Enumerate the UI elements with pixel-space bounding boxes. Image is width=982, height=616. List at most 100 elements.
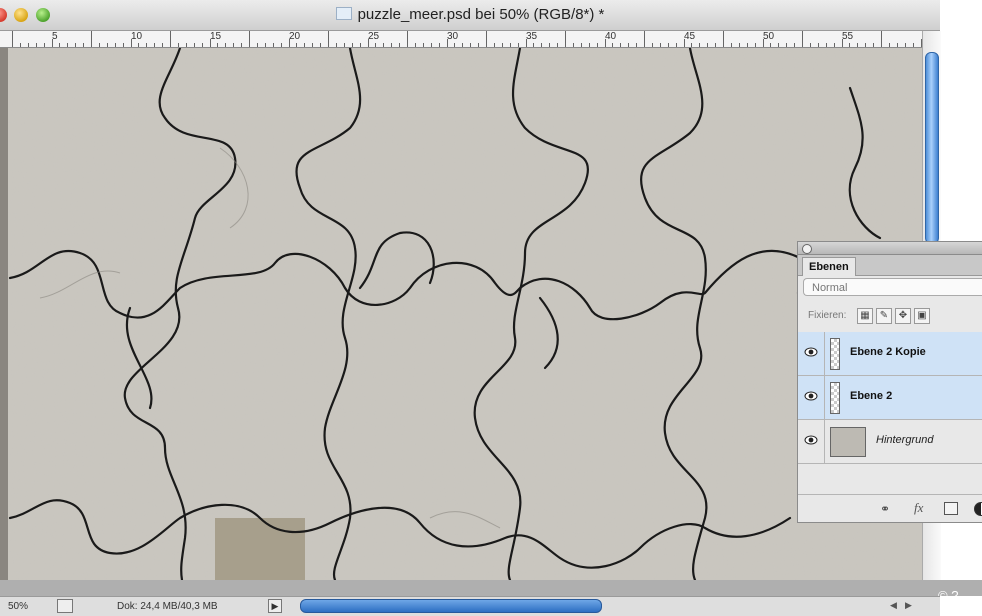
ruler-tick bbox=[225, 43, 227, 47]
scroll-left-icon[interactable]: ◀ bbox=[890, 600, 897, 611]
window-title-text: puzzle_meer.psd bei 50% (RGB/8*) * bbox=[357, 6, 605, 23]
navigator-icon[interactable] bbox=[57, 599, 73, 613]
layers-panel: Ebenen Normal Fixieren: ▦ ✎ ✥ ▣ Ebene 2 … bbox=[797, 241, 982, 523]
ruler-tick bbox=[19, 43, 21, 47]
ruler-tick bbox=[91, 31, 92, 47]
document-size: Dok: 24,4 MB/40,3 MB bbox=[117, 601, 218, 612]
ruler-tick bbox=[75, 43, 77, 47]
ruler-tick bbox=[667, 43, 669, 47]
ruler-tick bbox=[794, 43, 796, 47]
tab-ebenen[interactable]: Ebenen bbox=[802, 257, 856, 276]
ruler-tick bbox=[565, 31, 566, 47]
scroll-right-icon[interactable]: ▶ bbox=[905, 600, 912, 611]
panel-close-button[interactable] bbox=[802, 244, 812, 254]
layer-row[interactable]: Hintergrund bbox=[798, 420, 982, 464]
ruler-tick bbox=[272, 43, 274, 47]
ruler-tick bbox=[636, 43, 638, 47]
ruler-tick bbox=[557, 43, 559, 47]
ruler-tick bbox=[817, 43, 819, 47]
ruler-tick bbox=[122, 43, 124, 47]
ruler-tick bbox=[809, 43, 811, 47]
ruler-tick bbox=[651, 43, 653, 47]
layer-name: Ebene 2 Kopie bbox=[850, 346, 926, 358]
ruler-tick bbox=[659, 43, 661, 47]
ruler-tick bbox=[106, 43, 108, 47]
layer-row[interactable]: Ebene 2 Kopie bbox=[798, 332, 982, 376]
link-icon[interactable]: ⚭ bbox=[880, 502, 890, 516]
ruler-tick bbox=[177, 43, 179, 47]
adjustment-icon[interactable] bbox=[974, 502, 982, 516]
ruler-tick bbox=[707, 43, 709, 47]
ruler-tick bbox=[533, 43, 535, 47]
lock-transparency-icon[interactable]: ▦ bbox=[857, 308, 873, 324]
ruler-tick bbox=[549, 43, 551, 47]
ruler-tick bbox=[746, 43, 748, 47]
ruler-tick bbox=[98, 43, 100, 47]
lock-pixels-icon[interactable]: ✎ bbox=[876, 308, 892, 324]
ruler-tick bbox=[256, 43, 258, 47]
horizontal-scroll-thumb[interactable] bbox=[300, 599, 602, 613]
watermark-strip bbox=[0, 580, 982, 596]
visibility-toggle[interactable] bbox=[798, 420, 825, 463]
copyright-notice: © ? bbox=[938, 588, 959, 603]
ruler-tick bbox=[162, 43, 164, 47]
ruler-tick bbox=[881, 31, 882, 47]
ruler-label: 50 bbox=[763, 31, 775, 42]
ruler-label: 20 bbox=[289, 31, 301, 42]
ruler-tick bbox=[888, 43, 890, 47]
layer-name: Hintergrund bbox=[876, 434, 934, 446]
panel-footer: ⚭ fx bbox=[798, 494, 982, 523]
ruler-tick bbox=[454, 43, 456, 47]
ruler-tick bbox=[43, 43, 45, 47]
ruler-tick bbox=[896, 43, 898, 47]
ruler-tick bbox=[849, 43, 851, 47]
ruler-tick bbox=[170, 31, 171, 47]
ruler-tick bbox=[422, 43, 424, 47]
document-canvas[interactable] bbox=[0, 48, 922, 580]
eye-icon bbox=[804, 347, 818, 357]
ruler-label: 40 bbox=[605, 31, 617, 42]
ruler-tick bbox=[778, 43, 780, 47]
ruler-tick bbox=[738, 43, 740, 47]
horizontal-ruler[interactable]: 5 10 15 20 25 30 35 40 45 50 55 bbox=[0, 31, 922, 48]
mask-icon[interactable] bbox=[944, 502, 958, 515]
panel-title-bar[interactable] bbox=[798, 242, 982, 255]
ruler-tick bbox=[359, 43, 361, 47]
lock-position-icon[interactable]: ✥ bbox=[895, 308, 911, 324]
status-menu-arrow-icon[interactable]: ▶ bbox=[268, 599, 282, 613]
ruler-tick bbox=[312, 43, 314, 47]
vertical-scroll-thumb[interactable] bbox=[925, 52, 939, 244]
lock-all-icon[interactable]: ▣ bbox=[914, 308, 930, 324]
ruler-tick bbox=[414, 43, 416, 47]
ruler-tick bbox=[501, 43, 503, 47]
fx-icon[interactable]: fx bbox=[914, 500, 923, 516]
ruler-tick bbox=[904, 43, 906, 47]
layer-row[interactable]: Ebene 2 bbox=[798, 376, 982, 420]
ruler-tick bbox=[493, 43, 495, 47]
ruler-tick bbox=[430, 43, 432, 47]
ruler-tick bbox=[383, 43, 385, 47]
visibility-toggle[interactable] bbox=[798, 376, 825, 419]
ruler-tick bbox=[786, 43, 788, 47]
ruler-label: 15 bbox=[210, 31, 222, 42]
ruler-tick bbox=[438, 43, 440, 47]
ruler-tick bbox=[351, 43, 353, 47]
ruler-tick bbox=[699, 43, 701, 47]
ruler-tick bbox=[83, 43, 85, 47]
window-title: puzzle_meer.psd bei 50% (RGB/8*) * bbox=[0, 6, 940, 23]
ruler-tick bbox=[580, 43, 582, 47]
ruler-tick bbox=[193, 43, 195, 47]
blend-mode-select[interactable]: Normal bbox=[803, 278, 982, 296]
ruler-tick bbox=[770, 43, 772, 47]
ruler-tick bbox=[825, 43, 827, 47]
ruler-tick bbox=[114, 43, 116, 47]
zoom-level[interactable]: 50% bbox=[8, 601, 28, 612]
ruler-tick bbox=[399, 43, 401, 47]
ruler-tick bbox=[541, 43, 543, 47]
ruler-tick bbox=[754, 43, 756, 47]
status-bar: 50% Dok: 24,4 MB/40,3 MB ▶ ◀ ▶ bbox=[0, 596, 940, 616]
ruler-tick bbox=[478, 43, 480, 47]
ruler-tick bbox=[280, 43, 282, 47]
visibility-toggle[interactable] bbox=[798, 332, 825, 375]
ruler-label: 5 bbox=[52, 31, 58, 42]
